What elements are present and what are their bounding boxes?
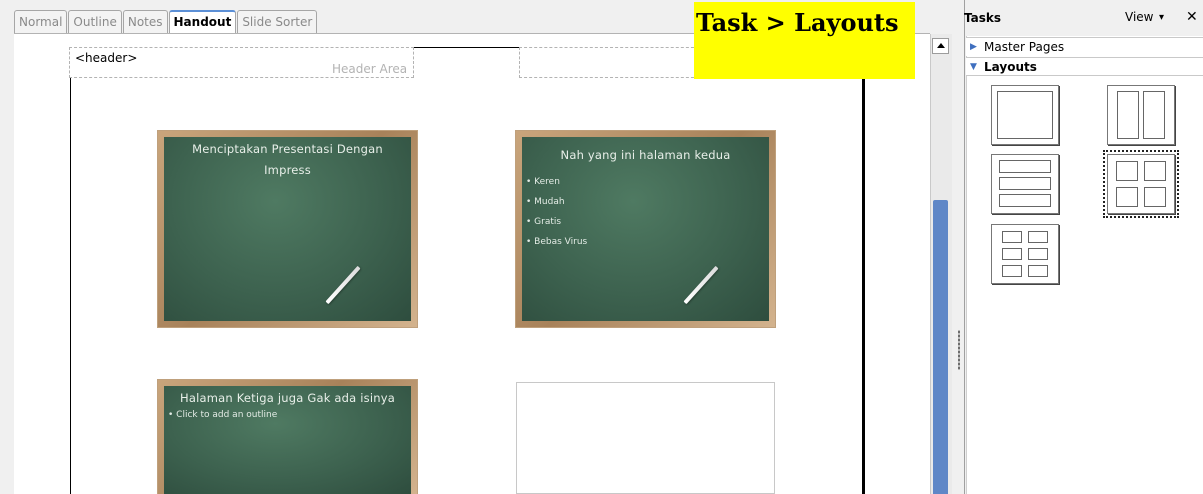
slide-title: Nah yang ini halaman kedua (560, 148, 731, 162)
view-tabs: Normal Outline Notes Handout Slide Sorte… (14, 10, 318, 34)
layout-slide-box (997, 91, 1053, 139)
header-area-box-right[interactable] (519, 47, 699, 78)
layout-slide-box (1143, 91, 1165, 139)
tab-notes[interactable]: Notes (122, 10, 168, 34)
slide-thumbnail-3[interactable]: Halaman Ketiga juga Gak ada isinya Click… (158, 380, 417, 494)
bullet-item: Bebas Virus (526, 232, 769, 252)
layout-slide-box (999, 160, 1051, 173)
task-pane-header (966, 0, 1203, 36)
bullet-item: Click to add an outline (168, 409, 411, 421)
layout-slide-box (1144, 187, 1166, 207)
slide-title: Halaman Ketiga juga Gak ada isinya (179, 391, 395, 405)
layout-two-slides[interactable] (1107, 85, 1175, 145)
layout-one-slide[interactable] (991, 85, 1059, 145)
bullet-item: Mudah (526, 192, 769, 212)
layout-slide-box (1002, 265, 1022, 277)
header-placeholder: <header> (75, 51, 138, 65)
layout-slide-box (999, 194, 1051, 207)
chalk-image (683, 265, 719, 305)
layout-slide-box (1028, 265, 1048, 277)
bullet-item: Keren (526, 172, 769, 192)
layout-four-slides[interactable] (1103, 150, 1179, 218)
expand-arrow-icon: ▶ (970, 42, 977, 52)
view-dropdown-icon[interactable]: ▾ (1159, 12, 1164, 23)
impress-window: Normal Outline Notes Handout Slide Sorte… (0, 0, 1203, 494)
layout-six-slides[interactable] (991, 224, 1059, 284)
splitter-grip-icon[interactable] (958, 330, 960, 370)
collapse-arrow-icon: ▼ (970, 62, 977, 72)
layout-slide-box (1028, 248, 1048, 260)
task-pane-title: Tasks (964, 11, 1002, 25)
slide-bullets: Click to add an outline (164, 409, 411, 421)
scrollbar-thumb[interactable] (933, 200, 948, 494)
section-layouts[interactable]: ▼ Layouts (966, 57, 1203, 76)
header-area-label: Header Area (332, 62, 408, 76)
layout-slide-box (1002, 248, 1022, 260)
bullet-item: Gratis (526, 212, 769, 232)
annotation-label: Task > Layouts (694, 2, 915, 79)
tab-handout[interactable]: Handout (168, 10, 237, 34)
section-label: Master Pages (984, 40, 1065, 54)
close-icon[interactable]: ✕ (1186, 9, 1198, 25)
slide-thumbnail-2[interactable]: Nah yang ini halaman kedua Keren Mudah G… (516, 131, 775, 327)
layout-slide-box (1116, 161, 1138, 181)
tab-slide-sorter[interactable]: Slide Sorter (237, 10, 318, 34)
layout-slide-box (999, 177, 1051, 190)
tab-outline[interactable]: Outline (68, 10, 122, 34)
chalkboard: Nah yang ini halaman kedua Keren Mudah G… (522, 137, 769, 321)
layout-slide-box (1002, 231, 1022, 243)
slide-bullets: Keren Mudah Gratis Bebas Virus (522, 166, 769, 252)
layout-three-slides[interactable] (991, 154, 1059, 214)
section-master-pages[interactable]: ▶ Master Pages (966, 37, 1203, 56)
layout-slide-box (1144, 161, 1166, 181)
chalk-image (325, 265, 361, 305)
chalkboard: Menciptakan Presentasi Dengan Impress (164, 137, 411, 321)
chalkboard: Halaman Ketiga juga Gak ada isinya Click… (164, 386, 411, 494)
section-label: Layouts (984, 60, 1037, 74)
pane-splitter[interactable] (952, 0, 965, 494)
layout-slide-box (1028, 231, 1048, 243)
tab-normal[interactable]: Normal (14, 10, 68, 34)
layout-slide-box (1117, 91, 1139, 139)
empty-slide-placeholder[interactable] (516, 382, 775, 494)
view-menu-button[interactable]: View (1125, 10, 1153, 24)
layout-slide-box (1116, 187, 1138, 207)
slide-thumbnail-1[interactable]: Menciptakan Presentasi Dengan Impress (158, 131, 417, 327)
slide-title: Menciptakan Presentasi Dengan Impress (192, 142, 383, 177)
scroll-up-button[interactable] (932, 38, 949, 54)
